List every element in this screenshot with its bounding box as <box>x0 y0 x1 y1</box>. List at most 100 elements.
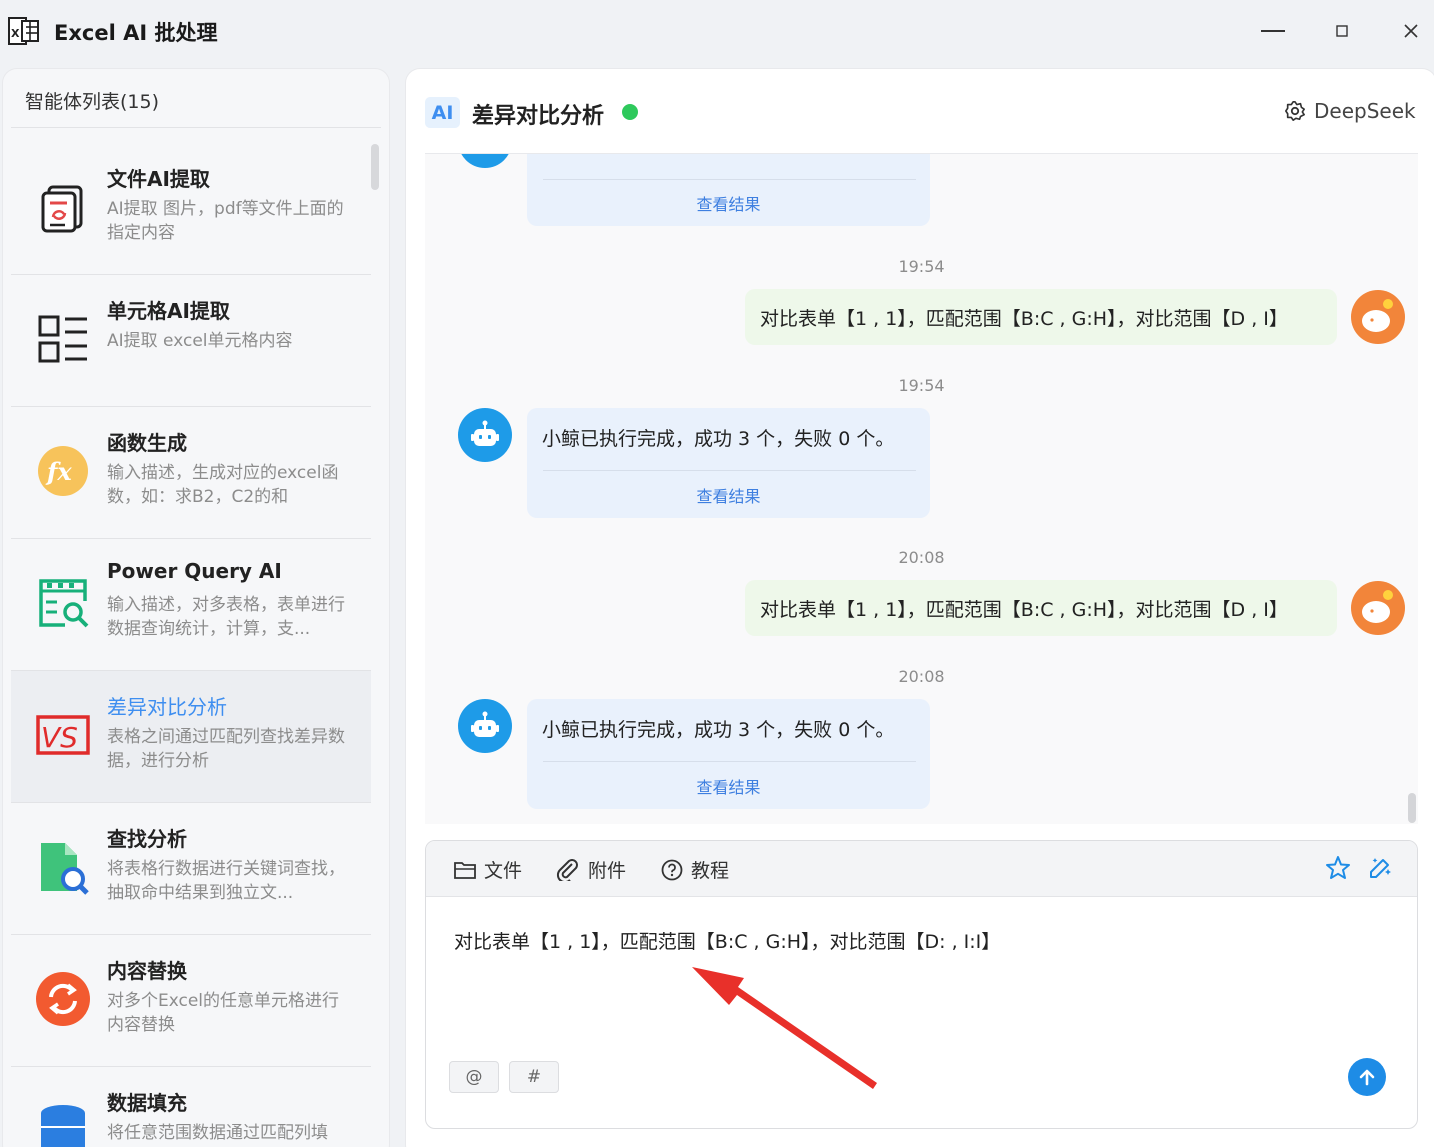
bot-message-text: 小鲸已执行完成，成功 3 个，失败 0 个。 <box>542 719 895 741</box>
favorite-button[interactable] <box>1325 855 1351 885</box>
chat-header: AI 差异对比分析 DeepSeek <box>406 69 1434 154</box>
cell-list-icon <box>38 315 87 363</box>
timestamp: 19:54 <box>898 257 945 276</box>
tutorial-button[interactable]: 教程 <box>661 856 729 883</box>
message-composer: 文件 附件 教程 对比表单【1 , 1】，匹配范围【B:C , G:H】，对比范… <box>425 840 1418 1129</box>
attachment-button[interactable]: 附件 <box>556 856 626 883</box>
agent-title: 文件AI提取 <box>107 167 210 191</box>
attachment-label: 附件 <box>588 860 627 882</box>
magic-pen-icon <box>1370 858 1391 878</box>
ai-badge: AI <box>425 97 460 128</box>
agent-list: 文件AI提取 AI提取 图片，pdf等文件上面的指定内容 单元格AI提取 AI提… <box>11 143 371 1147</box>
agent-description: AI提取 excel单元格内容 <box>107 331 293 351</box>
agent-title: 单元格AI提取 <box>107 299 230 323</box>
user-message: 对比表单【1 , 1】，匹配范围【B:C , G:H】，对比范围【D , I】 <box>745 580 1337 636</box>
agent-description: 输入描述，生成对应的excel函数，如：求B2，C2的和 <box>107 463 339 507</box>
online-status-dot <box>622 104 638 120</box>
svg-text:fx: fx <box>45 457 72 486</box>
bot-message: 查看结果 <box>527 154 930 226</box>
agent-title: 查找分析 <box>107 827 187 851</box>
file-label: 文件 <box>484 860 523 882</box>
robot-icon <box>471 711 499 737</box>
agent-item-file-ai-extract[interactable]: 文件AI提取 AI提取 图片，pdf等文件上面的指定内容 <box>11 143 371 275</box>
arrow-up-icon <box>1359 1069 1375 1086</box>
agent-description: 表格之间通过匹配列查找差异数据，进行分析 <box>107 727 345 771</box>
file-button[interactable]: 文件 <box>454 856 522 883</box>
bot-avatar <box>458 699 512 753</box>
agent-description: 将任意范围数据通过匹配列填 <box>107 1123 328 1143</box>
agent-description: 输入描述，对多表格，表单进行数据查询统计，计算，支... <box>107 595 345 639</box>
bot-avatar <box>458 154 512 168</box>
paperclip-icon <box>556 858 578 881</box>
close-button[interactable] <box>1396 16 1426 46</box>
agent-description: 将表格行数据进行关键词查找，抽取命中结果到独立文... <box>107 859 345 903</box>
agent-description: 对多个Excel的任意单元格进行内容替换 <box>107 991 340 1035</box>
agent-item-search-analysis[interactable]: 查找分析 将表格行数据进行关键词查找，抽取命中结果到独立文... <box>11 803 371 935</box>
user-avatar[interactable] <box>1351 581 1405 635</box>
bot-message: 小鲸已执行完成，成功 3 个，失败 0 个。 查看结果 <box>527 408 930 518</box>
query-table-icon <box>39 579 89 628</box>
hashtag-button[interactable]: # <box>509 1061 559 1093</box>
close-icon <box>1404 24 1418 38</box>
chat-panel: AI 差异对比分析 DeepSeek 查看结果 19:54 对比表单【1 , 1… <box>406 69 1434 1147</box>
database-icon <box>41 1105 85 1147</box>
agent-item-data-fill[interactable]: 数据填充 将任意范围数据通过匹配列填 <box>11 1067 371 1147</box>
divider <box>543 179 916 180</box>
bot-avatar <box>458 408 512 462</box>
user-avatar[interactable] <box>1351 290 1405 344</box>
message-list: 查看结果 19:54 对比表单【1 , 1】，匹配范围【B:C , G:H】，对… <box>425 154 1418 824</box>
piggy-avatar-icon <box>1362 590 1393 623</box>
fx-function-icon: fx <box>38 446 88 496</box>
divider <box>543 470 916 471</box>
minimize-icon <box>1261 30 1285 32</box>
view-result-link[interactable]: 查看结果 <box>527 191 930 215</box>
divider <box>11 127 381 128</box>
agent-list-heading: 智能体列表(15) <box>25 91 160 113</box>
folder-icon <box>454 861 476 879</box>
agent-title: 差异对比分析 <box>107 695 227 719</box>
replace-cycle-icon <box>36 972 90 1026</box>
minimize-button[interactable] <box>1258 16 1288 46</box>
agent-item-function-generate[interactable]: fx 函数生成 输入描述，生成对应的excel函数，如：求B2，C2的和 <box>11 407 371 539</box>
star-icon <box>1326 856 1350 879</box>
app-title: Excel AI 批处理 <box>54 21 218 45</box>
timestamp: 20:08 <box>898 548 945 567</box>
send-button[interactable] <box>1348 1058 1386 1096</box>
bot-message-text: 小鲸已执行完成，成功 3 个，失败 0 个。 <box>542 428 895 450</box>
agent-item-cell-ai-extract[interactable]: 单元格AI提取 AI提取 excel单元格内容 <box>11 275 371 407</box>
view-result-link[interactable]: 查看结果 <box>527 774 930 798</box>
document-extract-icon <box>41 185 83 233</box>
divider <box>543 761 916 762</box>
agent-title: Power Query AI <box>107 559 282 583</box>
help-icon <box>661 859 683 880</box>
robot-icon <box>471 420 499 446</box>
sidebar-scrollbar[interactable] <box>371 144 379 190</box>
maximize-button[interactable] <box>1327 16 1357 46</box>
user-message-text: 对比表单【1 , 1】，匹配范围【B:C , G:H】，对比范围【D , I】 <box>760 599 1288 621</box>
agent-title: 函数生成 <box>107 431 187 455</box>
piggy-avatar-icon <box>1362 299 1393 332</box>
agent-description: AI提取 图片，pdf等文件上面的指定内容 <box>107 199 344 243</box>
ai-edit-button[interactable] <box>1367 855 1393 885</box>
maximize-icon <box>1336 25 1348 37</box>
agent-item-power-query-ai[interactable]: Power Query AI 输入描述，对多表格，表单进行数据查询统计，计算，支… <box>11 539 371 671</box>
message-input[interactable]: 对比表单【1 , 1】，匹配范围【B:C , G:H】，对比范围【D: , I:… <box>454 927 1000 954</box>
timestamp: 19:54 <box>898 376 945 395</box>
svg-text:VS: VS <box>41 721 78 754</box>
agent-item-content-replace[interactable]: 内容替换 对多个Excel的任意单元格进行内容替换 <box>11 935 371 1067</box>
gear-icon <box>1285 101 1305 121</box>
mention-button[interactable]: @ <box>449 1061 499 1093</box>
agent-sidebar: 智能体列表(15) 文件AI提取 AI提取 图片，pdf等文件上面的指定内容 单… <box>3 69 389 1147</box>
agent-title: 数据填充 <box>107 1091 187 1115</box>
view-result-link[interactable]: 查看结果 <box>527 483 930 507</box>
file-search-icon <box>41 843 89 895</box>
agent-title: 内容替换 <box>107 959 187 983</box>
model-selector[interactable]: DeepSeek <box>1284 99 1416 123</box>
timestamp: 20:08 <box>898 667 945 686</box>
tutorial-label: 教程 <box>691 860 730 882</box>
svg-text:X: X <box>11 27 20 40</box>
bot-message: 小鲸已执行完成，成功 3 个，失败 0 个。 查看结果 <box>527 699 930 809</box>
user-message-text: 对比表单【1 , 1】，匹配范围【B:C , G:H】，对比范围【D , I】 <box>760 308 1288 330</box>
chat-scrollbar[interactable] <box>1408 793 1416 823</box>
agent-item-diff-compare[interactable]: VS 差异对比分析 表格之间通过匹配列查找差异数据，进行分析 <box>11 671 371 803</box>
